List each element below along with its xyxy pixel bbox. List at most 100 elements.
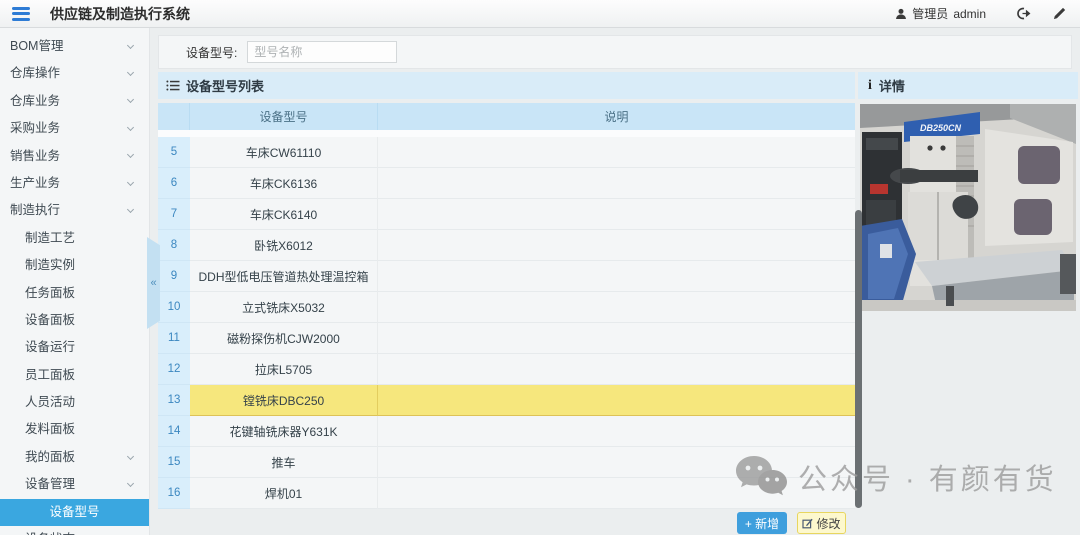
row-index: 7 bbox=[158, 199, 190, 230]
sidebar-item-label: 员工面板 bbox=[25, 368, 75, 382]
detail-panel-header: i 详情 bbox=[858, 72, 1078, 99]
row-desc bbox=[378, 230, 855, 261]
sidebar-item-label: 设备管理 bbox=[25, 477, 75, 491]
table-row[interactable]: 11 磁粉探伤机CJW2000 bbox=[158, 323, 855, 354]
table-row[interactable]: 13 镗铣床DBC250 bbox=[158, 385, 855, 416]
sidebar-item-label: 设备运行 bbox=[25, 340, 75, 354]
table-vertical-scrollbar[interactable] bbox=[855, 210, 862, 508]
search-label: 设备型号: bbox=[186, 44, 237, 61]
row-desc bbox=[378, 323, 855, 354]
table-row[interactable]: 16 焊机01 bbox=[158, 478, 855, 509]
sidebar-item[interactable]: 任务面板 bbox=[0, 280, 149, 307]
row-desc bbox=[378, 447, 855, 478]
list-icon bbox=[166, 80, 180, 91]
row-index: 13 bbox=[158, 385, 190, 416]
table-row[interactable]: 8 卧铣X6012 bbox=[158, 230, 855, 261]
table-row[interactable]: 9 DDH型低电压管道热处理温控箱 bbox=[158, 261, 855, 292]
row-model: 拉床L5705 bbox=[190, 354, 378, 385]
sidebar-item[interactable]: 设备运行 bbox=[0, 334, 149, 361]
user-icon bbox=[895, 8, 907, 20]
sidebar-item-label: BOM管理 bbox=[10, 39, 63, 53]
row-desc bbox=[378, 292, 855, 323]
sidebar-item[interactable]: 人员活动 bbox=[0, 389, 149, 416]
chevron-down-icon bbox=[127, 69, 134, 76]
sidebar-item[interactable]: 制造实例 bbox=[0, 252, 149, 279]
sidebar-item-label: 生产业务 bbox=[10, 176, 60, 190]
chevron-down-icon bbox=[127, 42, 134, 49]
chevron-down-icon bbox=[127, 480, 134, 487]
edit-square-icon bbox=[802, 518, 813, 529]
sidebar-item[interactable]: 发料面板 bbox=[0, 416, 149, 443]
table-body: 5 车床CW61110 6 车床CK6136 7 车床CK6140 8 卧铣X6… bbox=[158, 137, 855, 509]
row-model: 车床CW61110 bbox=[190, 137, 378, 168]
logout-icon[interactable] bbox=[1016, 7, 1031, 20]
row-index: 6 bbox=[158, 168, 190, 199]
sidebar-item[interactable]: 仓库业务 bbox=[0, 88, 149, 115]
sidebar-item-label: 制造工艺 bbox=[25, 231, 75, 245]
sidebar-item[interactable]: 设备管理 bbox=[0, 471, 149, 498]
sidebar-item[interactable]: 员工面板 bbox=[0, 362, 149, 389]
row-model: 磁粉探伤机CJW2000 bbox=[190, 323, 378, 354]
sidebar-item-label: 我的面板 bbox=[25, 450, 75, 464]
table-row[interactable]: 15 推车 bbox=[158, 447, 855, 478]
app-window: 供应链及制造执行系统 管理员 admin BOM管理 仓库操作 仓库业务 采购业… bbox=[0, 0, 1080, 535]
row-desc bbox=[378, 416, 855, 447]
menu-icon[interactable] bbox=[12, 7, 30, 21]
sidebar-item[interactable]: 生产业务 bbox=[0, 170, 149, 197]
sidebar-item[interactable]: 设备状态 bbox=[0, 526, 149, 535]
sidebar-item-label: 任务面板 bbox=[25, 286, 75, 300]
list-panel-title: 设备型号列表 bbox=[186, 76, 264, 95]
column-header-model[interactable]: 设备型号 bbox=[190, 103, 378, 130]
sidebar-item[interactable]: 设备型号 bbox=[0, 499, 149, 526]
sidebar-item[interactable]: 制造工艺 bbox=[0, 225, 149, 252]
table-row[interactable]: 10 立式铣床X5032 bbox=[158, 292, 855, 323]
row-model: 推车 bbox=[190, 447, 378, 478]
user-info[interactable]: 管理员 admin bbox=[895, 5, 986, 22]
chevron-down-icon bbox=[127, 179, 134, 186]
row-index: 11 bbox=[158, 323, 190, 354]
sidebar-item[interactable]: 采购业务 bbox=[0, 115, 149, 142]
sidebar-item-label: 设备面板 bbox=[25, 313, 75, 327]
sidebar-item[interactable]: BOM管理 bbox=[0, 33, 149, 60]
table-row[interactable]: 12 拉床L5705 bbox=[158, 354, 855, 385]
column-header-desc[interactable]: 说明 bbox=[378, 103, 855, 130]
chevron-down-icon bbox=[127, 124, 134, 131]
sidebar-item[interactable]: 仓库操作 bbox=[0, 60, 149, 87]
edit-button[interactable]: 修改 bbox=[797, 512, 846, 534]
svg-text:DB250CN: DB250CN bbox=[920, 123, 962, 133]
row-model: 镗铣床DBC250 bbox=[190, 385, 378, 416]
chevron-down-icon bbox=[127, 151, 134, 158]
sidebar-item-label: 人员活动 bbox=[25, 395, 75, 409]
row-index: 15 bbox=[158, 447, 190, 478]
search-panel: 设备型号: bbox=[158, 35, 1072, 69]
sidebar-item[interactable]: 我的面板 bbox=[0, 444, 149, 471]
main-content: 设备型号: 设备型号列表 i 详情 设备型号 说明 5 车床CW61110 6 … bbox=[150, 28, 1080, 535]
add-button[interactable]: + 新增 bbox=[737, 512, 787, 534]
user-role: 管理员 bbox=[912, 5, 948, 22]
row-model: 花键轴铣床器Y631K bbox=[190, 416, 378, 447]
list-panel-header: 设备型号列表 bbox=[158, 72, 855, 99]
row-desc bbox=[378, 385, 855, 416]
info-icon: i bbox=[868, 78, 872, 94]
chevron-down-icon bbox=[127, 453, 134, 460]
table-row[interactable]: 5 车床CW61110 bbox=[158, 137, 855, 168]
row-index: 16 bbox=[158, 478, 190, 509]
row-model: 车床CK6136 bbox=[190, 168, 378, 199]
top-bar: 供应链及制造执行系统 管理员 admin bbox=[0, 0, 1080, 28]
table-row[interactable]: 7 车床CK6140 bbox=[158, 199, 855, 230]
row-model: 立式铣床X5032 bbox=[190, 292, 378, 323]
row-model: 焊机01 bbox=[190, 478, 378, 509]
edit-pen-icon[interactable] bbox=[1053, 7, 1066, 20]
sidebar-collapse-toggle[interactable]: « bbox=[147, 237, 160, 329]
table-row[interactable]: 14 花键轴铣床器Y631K bbox=[158, 416, 855, 447]
table-row[interactable]: 6 车床CK6136 bbox=[158, 168, 855, 199]
sidebar-item[interactable]: 销售业务 bbox=[0, 143, 149, 170]
row-desc bbox=[378, 478, 855, 509]
model-name-input[interactable] bbox=[247, 41, 397, 63]
sidebar-item[interactable]: 设备面板 bbox=[0, 307, 149, 334]
sidebar-item-label: 发料面板 bbox=[25, 422, 75, 436]
row-desc bbox=[378, 199, 855, 230]
table-header: 设备型号 说明 bbox=[158, 103, 855, 130]
row-desc bbox=[378, 354, 855, 385]
sidebar-item[interactable]: 制造执行 bbox=[0, 197, 149, 224]
